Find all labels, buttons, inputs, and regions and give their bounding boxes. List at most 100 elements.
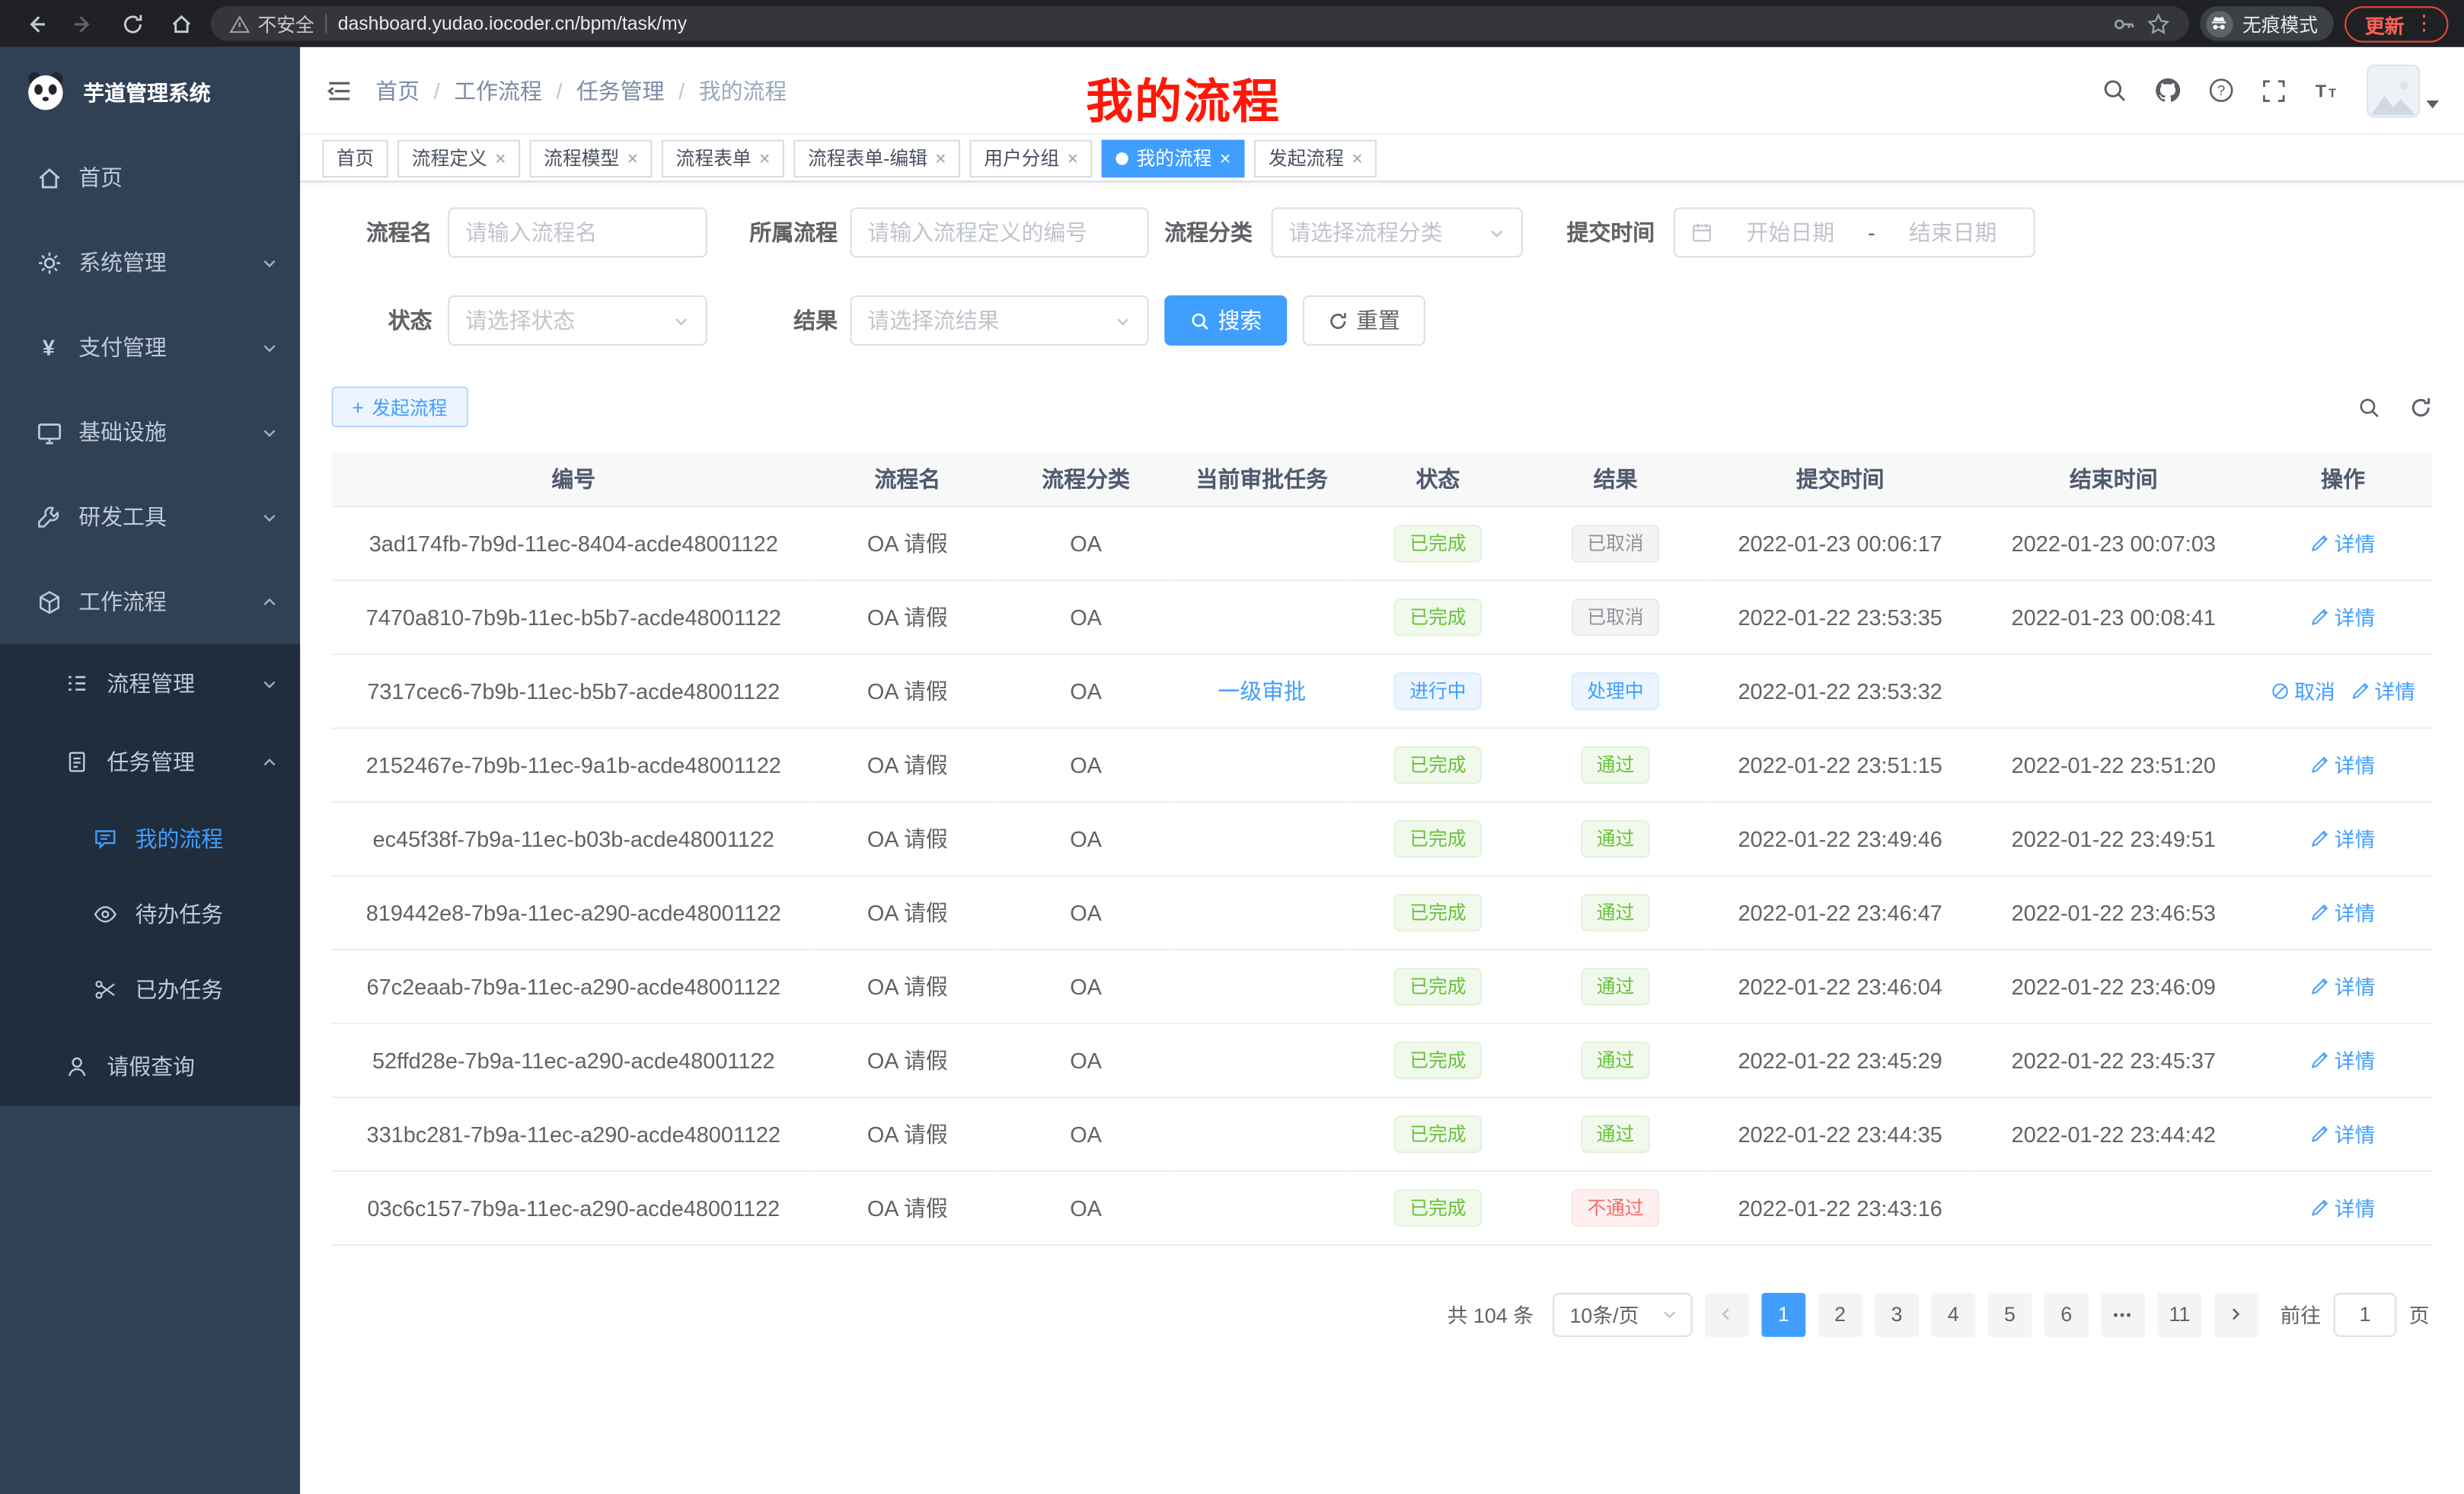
more-pages-icon[interactable]: ••• xyxy=(2101,1292,2145,1336)
navbar: 首页 / 工作流程 / 任务管理 / 我的流程 我的流程 xyxy=(300,47,2464,136)
tab-process-form[interactable]: 流程表单× xyxy=(662,139,784,177)
prev-page-button[interactable] xyxy=(1705,1292,1749,1336)
tab-process-form-edit[interactable]: 流程表单-编辑× xyxy=(793,139,960,177)
close-icon[interactable]: × xyxy=(759,148,770,168)
security-warning[interactable]: 不安全 xyxy=(229,10,314,37)
status-select[interactable]: 请选择状态 xyxy=(448,295,707,346)
sidebar-item-payment[interactable]: ¥ 支付管理 xyxy=(0,305,300,389)
close-icon[interactable]: × xyxy=(1220,148,1230,168)
detail-link[interactable]: 详情 xyxy=(2311,897,2376,927)
page-size-select[interactable]: 10条/页 xyxy=(1553,1292,1693,1336)
goto-page-input[interactable] xyxy=(2334,1292,2397,1336)
process-name-input[interactable] xyxy=(448,207,707,257)
category-select[interactable]: 请选择流程分类 xyxy=(1272,207,1523,257)
col-category: 流程分类 xyxy=(1000,452,1173,506)
search-icon[interactable] xyxy=(2101,77,2127,104)
bookmark-star-icon[interactable] xyxy=(2146,11,2170,35)
page-button-3[interactable]: 3 xyxy=(1875,1292,1919,1336)
process-table: 编号 流程名 流程分类 当前审批任务 状态 结果 提交时间 结束时间 操作 xyxy=(331,452,2432,1245)
app-logo-row[interactable]: 芋道管理系统 xyxy=(0,47,300,136)
close-icon[interactable]: × xyxy=(495,148,506,168)
result-badge: 通过 xyxy=(1581,819,1650,857)
tab-process-definition[interactable]: 流程定义× xyxy=(397,139,520,177)
breadcrumb-home[interactable]: 首页 xyxy=(375,75,420,106)
total-count: 共 104 条 xyxy=(1447,1299,1534,1329)
tab-home[interactable]: 首页 xyxy=(322,139,388,177)
address-bar[interactable]: 不安全 dashboard.yudao.iocoder.cn/bpm/task/… xyxy=(211,6,2189,40)
detail-link[interactable]: 详情 xyxy=(2311,528,2376,557)
status-badge: 已完成 xyxy=(1394,598,1483,636)
page-button-6[interactable]: 6 xyxy=(2044,1292,2089,1336)
breadcrumb-workflow[interactable]: 工作流程 xyxy=(454,75,542,106)
sidebar-item-system[interactable]: 系统管理 xyxy=(0,220,300,305)
chevron-down-icon xyxy=(2427,100,2440,107)
submit-time-daterange[interactable]: 开始日期 - 结束日期 xyxy=(1674,207,2035,257)
reload-icon[interactable] xyxy=(113,5,152,43)
table-row: 3ad174fb-7b9d-11ec-8404-acde48001122 OA … xyxy=(331,506,2432,579)
close-icon[interactable]: × xyxy=(1068,148,1078,168)
github-icon[interactable] xyxy=(2154,77,2181,104)
detail-link[interactable]: 详情 xyxy=(2311,1192,2376,1222)
table-row: ec45f38f-7b9a-11ec-b03b-acde48001122 OA … xyxy=(331,801,2432,875)
detail-link[interactable]: 详情 xyxy=(2351,675,2415,705)
parent-process-input[interactable] xyxy=(851,207,1149,257)
update-button[interactable]: 更新 ⋮ xyxy=(2344,5,2448,41)
close-icon[interactable]: × xyxy=(935,148,946,168)
table-row: 52ffd28e-7b9a-11ec-a290-acde48001122 OA … xyxy=(331,1023,2432,1097)
tab-process-model[interactable]: 流程模型× xyxy=(530,139,653,177)
tab-user-group[interactable]: 用户分组× xyxy=(970,139,1093,177)
user-menu[interactable] xyxy=(2367,64,2439,117)
back-icon[interactable] xyxy=(16,5,54,43)
toggle-search-icon[interactable] xyxy=(2357,395,2381,419)
detail-link[interactable]: 详情 xyxy=(2311,602,2376,631)
close-icon[interactable]: × xyxy=(1352,148,1362,168)
home-icon[interactable] xyxy=(162,5,200,43)
detail-link[interactable]: 详情 xyxy=(2311,971,2376,1001)
sidebar-item-my-process[interactable]: 我的流程 xyxy=(0,801,300,876)
next-page-button[interactable] xyxy=(2214,1292,2258,1336)
hamburger-icon[interactable] xyxy=(325,76,353,104)
sidebar-item-leave-query[interactable]: 请假查询 xyxy=(0,1027,300,1106)
start-process-button[interactable]: + 发起流程 xyxy=(331,387,468,428)
browser-menu-icon[interactable]: ⋮ xyxy=(2414,11,2434,36)
sidebar-item-done-tasks[interactable]: 已办任务 xyxy=(0,952,300,1027)
sidebar-item-workflow[interactable]: 工作流程 xyxy=(0,559,300,643)
sidebar-item-home[interactable]: 首页 xyxy=(0,135,300,219)
app: 芋道管理系统 首页 系统管理 ¥ 支付管理 xyxy=(0,47,2464,1494)
search-button[interactable]: 搜索 xyxy=(1164,295,1287,346)
page-button-5[interactable]: 5 xyxy=(1988,1292,2032,1336)
forward-icon[interactable] xyxy=(65,5,103,43)
sidebar-item-todo-tasks[interactable]: 待办任务 xyxy=(0,876,300,952)
incognito-badge: 无痕模式 xyxy=(2200,6,2333,40)
sidebar: 芋道管理系统 首页 系统管理 ¥ 支付管理 xyxy=(0,47,300,1494)
tab-my-process[interactable]: 我的流程× xyxy=(1102,139,1245,177)
font-size-icon[interactable]: TT xyxy=(2313,77,2340,104)
cancel-link[interactable]: 取消 xyxy=(2271,675,2335,705)
page-button-11[interactable]: 11 xyxy=(2158,1292,2202,1336)
sidebar-item-process-management[interactable]: 流程管理 xyxy=(0,644,300,723)
col-actions: 操作 xyxy=(2253,452,2432,506)
sidebar-item-infrastructure[interactable]: 基础设施 xyxy=(0,390,300,474)
detail-link[interactable]: 详情 xyxy=(2311,1045,2376,1074)
close-icon[interactable]: × xyxy=(627,148,638,168)
page-button-2[interactable]: 2 xyxy=(1818,1292,1862,1336)
col-submit-time: 提交时间 xyxy=(1706,452,1974,506)
status-badge: 已完成 xyxy=(1394,1189,1483,1227)
page-button-1[interactable]: 1 xyxy=(1761,1292,1805,1336)
detail-link[interactable]: 详情 xyxy=(2311,1119,2376,1148)
current-task-link[interactable]: 一级审批 xyxy=(1218,675,1306,706)
reset-button[interactable]: 重置 xyxy=(1303,295,1425,346)
sidebar-item-task-management[interactable]: 任务管理 xyxy=(0,723,300,801)
detail-link[interactable]: 详情 xyxy=(2311,823,2376,853)
sidebar-item-devtools[interactable]: 研发工具 xyxy=(0,474,300,559)
result-select[interactable]: 请选择流结果 xyxy=(851,295,1149,346)
fullscreen-icon[interactable] xyxy=(2261,78,2287,103)
detail-link[interactable]: 详情 xyxy=(2311,749,2376,779)
help-icon[interactable]: ? xyxy=(2208,77,2235,104)
main: 首页 / 工作流程 / 任务管理 / 我的流程 我的流程 xyxy=(300,47,2464,1494)
breadcrumb-task-management[interactable]: 任务管理 xyxy=(576,75,665,106)
refresh-icon[interactable] xyxy=(2409,395,2433,419)
key-icon[interactable] xyxy=(2112,11,2136,35)
tab-start-process[interactable]: 发起流程× xyxy=(1254,139,1377,177)
page-button-4[interactable]: 4 xyxy=(1931,1292,1975,1336)
